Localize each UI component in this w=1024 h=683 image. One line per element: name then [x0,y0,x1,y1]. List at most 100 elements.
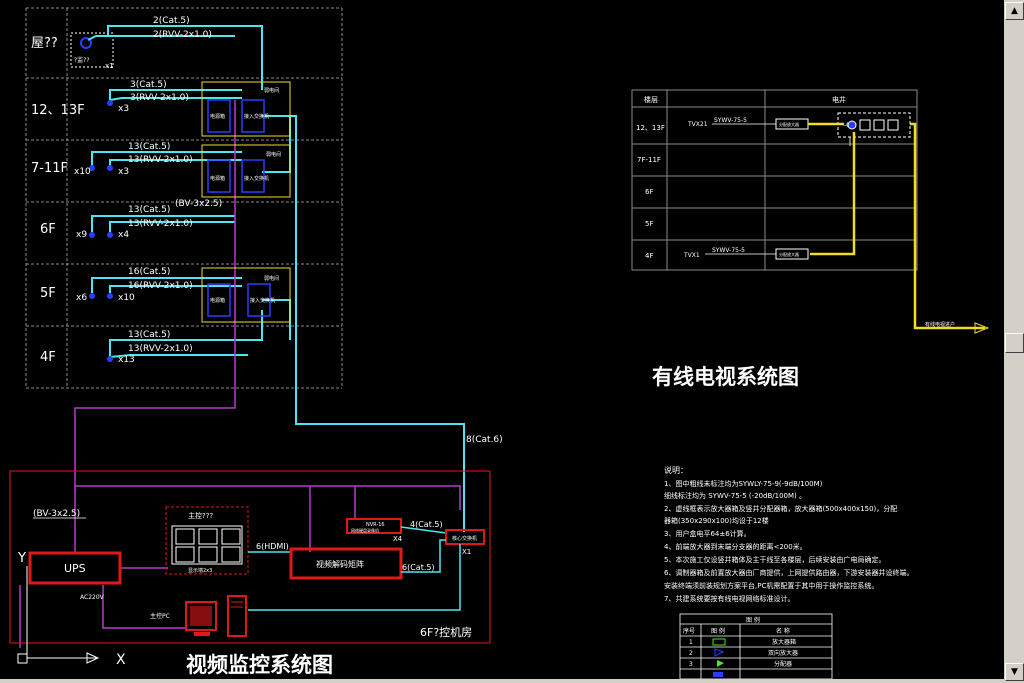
cad-drawing-canvas[interactable]: 屋?? 12、13F 7-11F 6F 5F 4F ?监?? x1 2(Cat.… [0,0,1004,679]
legend-row-name: 放大器箱 [772,638,796,646]
roof-rvv-label: 2(RVV-2x1.0) [153,30,212,40]
tv-title: 有线电视系统图 [652,365,799,389]
floor-label-roof: 屋?? [31,36,58,51]
f6-bv-label: (BV-3x2.5) [175,199,222,209]
f4-rvv-label: 13(RVV-2x1.0) [128,344,193,354]
floor-label-4f: 4F [40,350,56,365]
note-line: 4、前端放大器到末端分支器的距离<200米。 [664,542,807,551]
pc-icon [185,595,247,637]
camera-icon [107,232,113,238]
hdmi-label: 6(HDMI) [256,542,289,551]
legend-icon-4 [713,672,723,677]
f5-cat-label: 16(Cat.5) [128,267,170,277]
switch-label: 接入交换机 [244,113,269,120]
matrix-cat-label: 6(Cat.5) [402,563,435,572]
f5-rvv-label: 16(RVV-2x1.0) [128,281,193,291]
switch-label: 电源箱 [210,297,225,304]
scroll-down-button[interactable]: ▼ [1005,663,1024,681]
control-room-bv: (BV-3x2.5) [33,509,80,519]
f5-count-a: x6 [76,293,87,303]
roof-count: x1 [105,62,114,70]
note-line: 安装终端须前装规划方案平台,PC机需配置于其中用于操作监控系统。 [664,581,878,590]
floor-label-5f: 5F [40,286,56,301]
trunk-coax [808,122,985,330]
floor-label-6f: 6F [40,222,56,237]
legend-row-no: 1 [689,639,693,646]
f12-count: x3 [118,104,129,114]
note-line: 7、共建系统要按有线电视网络标准设计。 [664,594,794,603]
pc-label: 主控PC [150,612,170,620]
tv-floor-label: 7F-11F [637,156,661,164]
tv-incoming-label: 有线电视进户 [925,321,955,328]
switch-label: 电源箱 [210,175,225,182]
legend-header: 序号 [683,627,695,635]
cctv-riser-grid [25,7,343,389]
note-line: 细线标注均为 SYWV-75-5 (-20dB/100M) 。 [664,491,806,500]
note-line: 3、用户盒电平64±6计算。 [664,529,751,538]
legend-row-name: 分配器 [774,660,792,668]
vertical-scrollbar[interactable]: ▲ ▼ [1004,0,1024,683]
f7-count-b: x3 [118,167,129,177]
f7-rvv-label: 13(RVV-2x1.0) [128,155,193,165]
switch-label: 接入交换机 [250,297,275,304]
legend-header: 名 称 [776,627,790,635]
switch-label: 弱电间 [264,87,279,94]
f6-count-b: x4 [118,230,129,240]
legend-header: 图 例 [711,627,725,635]
note-line: 1、图中粗线未标注均为SYWLY-75-9(-9dB/100M) [664,479,823,488]
nvr-sub: 网络硬盘录像机 [351,527,379,533]
splitter-icon [847,119,899,131]
tv-floor-label: 6F [645,188,653,196]
scroll-up-button[interactable]: ▲ [1005,2,1024,20]
switch-box-5f: 电源箱 接入交换机 弱电间 [201,267,291,323]
amp-bot-label: 分配放大器 [779,251,799,257]
note-line: 器箱(350x290x100)均设于12楼 [664,516,769,525]
camera-icon [89,293,95,299]
monitor-wall-sub: 显示墙2x3 [188,567,212,574]
roof-device-label: ?监?? [74,56,90,64]
matrix-label: 视频解码矩阵 [316,559,364,569]
core-count: X1 [462,548,471,556]
tvx1-label: TVX1 [683,252,700,259]
cable-top-label: SYWV-75-5 [714,117,747,124]
roof-cat-label: 2(Cat.5) [153,16,190,26]
note-line: 6、调制器箱及前置放大器由厂商提供，上网提供路由器，下游安装器并设终端。 [664,568,913,577]
notes-title: 说明： [664,465,688,475]
f7-cat-label: 13(Cat.5) [128,142,170,152]
f6-rvv-label: 13(RVV-2x1.0) [128,219,193,229]
power-cables [19,100,461,648]
tv-floor-label: 12、13F [636,124,665,132]
axis-x: X [116,652,126,668]
switch-label: 弱电间 [264,275,279,282]
tvx2-label: TVX21 [687,121,708,128]
camera-icon [89,232,95,238]
floor-label-7-11f: 7-11F [31,161,68,176]
camera-icon [107,293,113,299]
tv-col-shaft: 电井 [832,95,846,104]
f4-count: x13 [118,355,135,365]
switch-label: 电源箱 [210,113,225,120]
horizontal-scrollbar[interactable] [0,679,1004,683]
switch-label: 弱电间 [266,151,281,158]
camera-icon [107,356,113,362]
core-switch-label: 核心交换机 [452,535,477,542]
tv-floor-label: 5F [645,220,653,228]
cctv-title: 视频监控系统图 [186,653,333,677]
control-room-label: 6F?控机房 [420,625,472,639]
axis-y: Y [17,551,26,566]
amp-top-label: 分配放大器 [779,121,799,127]
note-line: 2、虚线框表示放大器箱及竖井分配器箱，放大器箱(500x400x150)，分配 [664,504,897,513]
monitor-wall-title: 主控??? [188,511,213,520]
f5-count-b: x10 [118,293,135,303]
f6-count-a: x9 [76,230,87,240]
ac-label: AC220V [80,594,105,601]
tv-floor-label: 4F [645,252,653,260]
floor-label-12-13f: 12、13F [31,103,85,118]
legend-title: 图 例 [746,616,760,624]
control-room-frame [9,470,491,644]
f7-count-a: x10 [74,167,91,177]
monitor-grid [171,525,243,565]
camera-icon [107,100,113,106]
f6-cat-label: 13(Cat.5) [128,205,170,215]
scroll-thumb[interactable] [1005,333,1024,353]
